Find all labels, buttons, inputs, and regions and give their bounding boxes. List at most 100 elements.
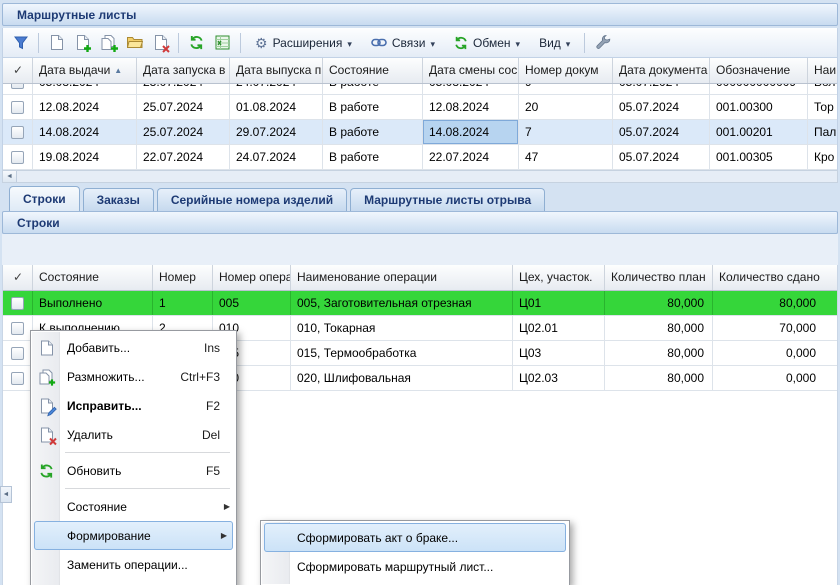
column-header[interactable]: Наименование операции [291, 265, 513, 290]
table-row[interactable]: 19.08.202422.07.202424.07.2024В работе22… [3, 145, 837, 170]
table-cell[interactable]: Ц01 [513, 291, 605, 315]
tab-stroki[interactable]: Строки [9, 186, 80, 211]
table-cell[interactable]: 001.00305 [710, 145, 808, 169]
table-cell[interactable]: Ц02.03 [513, 366, 605, 390]
menu-item-refresh[interactable]: Обновить F5 [31, 456, 236, 485]
table-cell[interactable]: 005, Заготовительная отрезная [291, 291, 513, 315]
menu-item-delete[interactable]: Удалить Del [31, 420, 236, 449]
table-cell[interactable]: 9 [519, 84, 613, 94]
table-cell[interactable]: В работе [323, 120, 423, 144]
table-cell[interactable]: 001.00300 [710, 95, 808, 119]
row-checkbox[interactable] [11, 347, 24, 360]
column-header[interactable]: Дата запуска в [137, 58, 230, 83]
tab-route-sheets-tear[interactable]: Маршрутные листы отрыва [350, 188, 545, 211]
table-cell[interactable]: 80,000 [605, 316, 713, 340]
column-header[interactable]: Номер докум [519, 58, 613, 83]
column-header[interactable]: Номер [153, 265, 213, 290]
column-header[interactable]: Количество сдано [713, 265, 838, 290]
table-cell[interactable]: 05.07.2024 [613, 84, 710, 94]
table-cell[interactable]: 12.08.2024 [423, 95, 519, 119]
open-folder-button[interactable] [122, 31, 147, 55]
menu-item-replace-operations[interactable]: Заменить операции... [31, 550, 236, 579]
table-cell[interactable]: 010, Токарная [291, 316, 513, 340]
exchange-menu-button[interactable]: Обмен [445, 31, 529, 55]
table-cell[interactable]: 1 [153, 291, 213, 315]
table-cell[interactable]: 22.07.2024 [137, 145, 230, 169]
table-cell[interactable]: 0,000 [713, 341, 838, 365]
menu-item-formation[interactable]: Формирование [34, 521, 233, 550]
table-cell[interactable]: 05.07.2024 [613, 120, 710, 144]
column-header[interactable]: Состояние [323, 58, 423, 83]
table-cell[interactable]: 14.08.2024 [423, 120, 519, 144]
table-cell[interactable]: Ц02.01 [513, 316, 605, 340]
table-cell[interactable]: 47 [519, 145, 613, 169]
table-cell[interactable]: 25.07.2024 [137, 120, 230, 144]
column-header[interactable]: Состояние [33, 265, 153, 290]
column-header[interactable]: Дата выдачи▲ [33, 58, 137, 83]
table-cell[interactable]: Вол [808, 84, 837, 94]
column-header[interactable]: Дата выпуска п [230, 58, 323, 83]
column-header[interactable]: Наи [808, 58, 838, 83]
column-header[interactable]: Дата документа [613, 58, 710, 83]
table-cell[interactable]: Выполнено [33, 291, 153, 315]
table-cell[interactable]: 14.08.2024 [33, 120, 137, 144]
table-cell[interactable]: 23.07.2024 [137, 84, 230, 94]
table-cell[interactable]: 19.08.2024 [33, 145, 137, 169]
table-cell[interactable]: Тор [808, 95, 838, 119]
table-cell[interactable]: 20 [519, 95, 613, 119]
table-row[interactable]: 14.08.202425.07.202429.07.2024В работе14… [3, 120, 837, 145]
table-cell[interactable]: 001.00201 [710, 120, 808, 144]
table-cell[interactable]: 0,000 [713, 366, 838, 390]
excel-export-button[interactable] [210, 31, 235, 55]
table-cell[interactable]: 12.08.2024 [33, 95, 137, 119]
table-cell[interactable]: 7 [519, 120, 613, 144]
table-cell[interactable]: 80,000 [605, 366, 713, 390]
row-checkbox[interactable] [11, 322, 24, 335]
add-document-button[interactable] [70, 31, 95, 55]
table-cell[interactable]: 05.07.2024 [613, 95, 710, 119]
settings-wrench-button[interactable] [590, 31, 615, 55]
tab-zakazy[interactable]: Заказы [83, 188, 154, 211]
submenu-item-defect-act[interactable]: Сформировать акт о браке... [264, 523, 566, 552]
table-cell[interactable]: 005 [213, 291, 291, 315]
table-row[interactable]: 12.08.202425.07.202401.08.2024В работе12… [3, 95, 837, 120]
row-checkbox[interactable] [11, 126, 24, 139]
table-row[interactable]: 05.08.202423.07.202424.07.2024В работе05… [3, 84, 837, 95]
table-cell[interactable]: 22.07.2024 [423, 145, 519, 169]
table-cell[interactable]: 015, Термообработка [291, 341, 513, 365]
row-checkbox[interactable] [11, 151, 24, 164]
duplicate-document-button[interactable] [96, 31, 121, 55]
column-header[interactable]: Номер опера [213, 265, 291, 290]
table-cell[interactable]: 70,000 [713, 316, 838, 340]
table-cell[interactable]: 020, Шлифовальная [291, 366, 513, 390]
table-cell[interactable]: 000000000009 [710, 84, 808, 94]
hscroll-left-button[interactable]: ◄ [3, 171, 17, 182]
table-cell[interactable]: Ц03 [513, 341, 605, 365]
column-header[interactable]: Обозначение [710, 58, 808, 83]
table-cell[interactable]: 05.08.2024 [33, 84, 137, 94]
table-cell[interactable]: В работе [323, 145, 423, 169]
documents-hscrollbar[interactable]: ◄ [2, 170, 838, 183]
table-cell[interactable]: 25.07.2024 [137, 95, 230, 119]
column-header[interactable]: Цех, участок. [513, 265, 605, 290]
table-cell[interactable]: 05.08.2024 [423, 84, 519, 94]
view-menu-button[interactable]: Вид [530, 31, 579, 55]
table-cell[interactable]: 80,000 [713, 291, 838, 315]
row-checkbox[interactable] [11, 101, 24, 114]
new-document-button[interactable] [44, 31, 69, 55]
filter-button[interactable] [8, 31, 33, 55]
table-cell[interactable]: 01.08.2024 [230, 95, 323, 119]
select-all-header[interactable]: ✓ [3, 58, 33, 83]
extensions-menu-button[interactable]: ⚙ Расширения [246, 31, 361, 55]
row-checkbox[interactable] [11, 297, 24, 310]
table-cell[interactable]: В работе [323, 95, 423, 119]
column-header[interactable]: Количество план [605, 265, 713, 290]
menu-item-duplicate[interactable]: Размножить... Ctrl+F3 [31, 362, 236, 391]
column-header[interactable]: Дата смены сос [423, 58, 519, 83]
refresh-button[interactable] [184, 31, 209, 55]
menu-item-add[interactable]: Добавить... Ins [31, 333, 236, 362]
table-cell[interactable]: 05.07.2024 [613, 145, 710, 169]
select-all-header[interactable]: ✓ [3, 265, 33, 290]
table-cell[interactable]: Пал [808, 120, 838, 144]
table-cell[interactable]: 24.07.2024 [230, 145, 323, 169]
